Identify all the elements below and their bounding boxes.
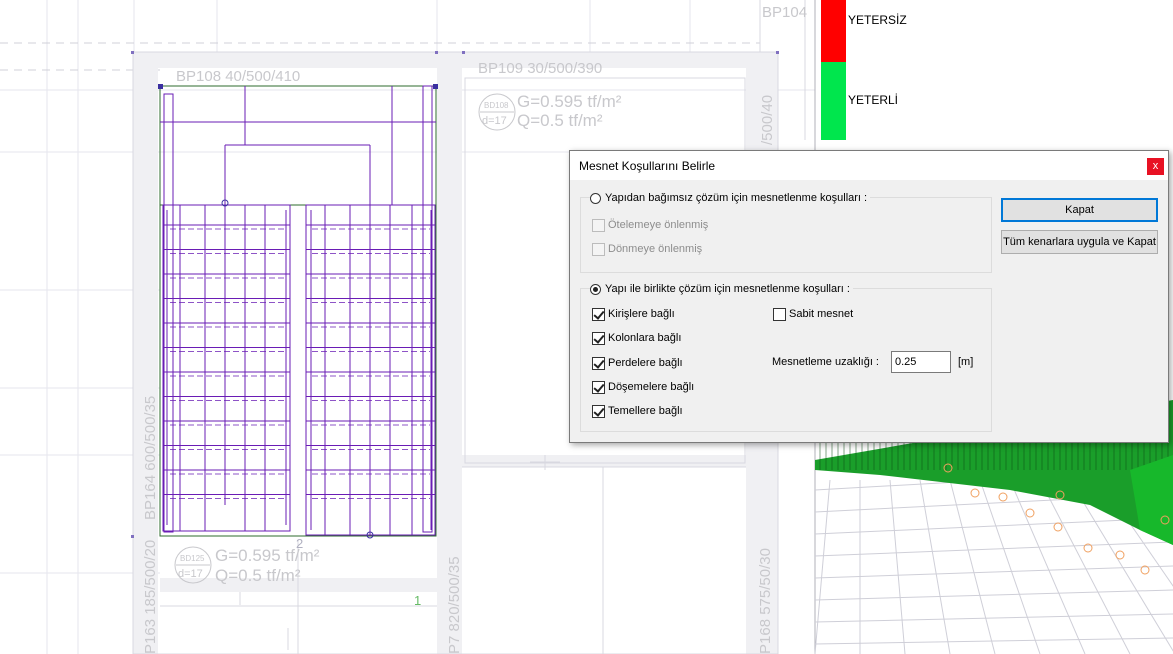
marker-number-2: 2 <box>296 536 303 551</box>
close-button[interactable]: Kapat <box>1001 198 1158 222</box>
rotation-label: Dönmeye önlenmiş <box>608 243 703 255</box>
translation-label: Ötelemeye önlenmiş <box>608 219 709 231</box>
slab-badge-lower: BD125 d=17 <box>174 546 212 584</box>
slabs-checkbox[interactable]: Döşemelere bağlı <box>592 379 694 395</box>
slab-load-g-lower: G=0.595 tf/m² <box>215 546 320 565</box>
slabs-label: Döşemelere bağlı <box>608 381 695 393</box>
slab-id-lower: BD125 <box>180 554 205 563</box>
foundations-label: Temellere bağlı <box>608 405 683 417</box>
radio-indicator-combined[interactable] <box>590 283 601 295</box>
beam-label-right: /500/40 <box>759 95 776 145</box>
checkbox-indicator-foundations[interactable] <box>592 404 605 418</box>
fixed-support-checkbox[interactable]: Sabit mesnet <box>773 306 853 322</box>
slab-load-q-lower: Q=0.5 tf/m² <box>215 566 301 585</box>
beam-label-p163: P163 185/500/20 <box>142 540 159 654</box>
checkbox-indicator-beams[interactable] <box>592 307 605 321</box>
beams-checkbox[interactable]: Kirişlere bağlı <box>592 306 675 322</box>
independent-label: Yapıdan bağımsız çözüm için mesnetlenme … <box>605 192 868 204</box>
checkbox-indicator-rotation[interactable] <box>592 242 605 256</box>
walls-label: Perdelere bağlı <box>608 357 683 369</box>
legend-swatch-sufficient <box>821 62 846 140</box>
translation-checkbox[interactable]: Ötelemeye önlenmiş <box>592 217 708 233</box>
stair-treads <box>163 224 435 499</box>
distance-input[interactable] <box>891 351 951 373</box>
independent-radio[interactable]: Yapıdan bağımsız çözüm için mesnetlenme … <box>590 190 871 206</box>
rotation-checkbox[interactable]: Dönmeye önlenmiş <box>592 241 702 257</box>
marker-number-1: 1 <box>414 593 421 608</box>
slab-badge-upper: BD108 d=17 <box>478 93 516 131</box>
slab-thickness-upper: d=17 <box>482 115 507 127</box>
beam-label-bp164: BP164 600/500/35 <box>142 396 159 520</box>
walls-checkbox[interactable]: Perdelere bağlı <box>592 355 683 371</box>
dialog-title: Mesnet Koşullarını Belirle <box>579 159 716 173</box>
checkbox-indicator-translation[interactable] <box>592 218 605 232</box>
beam-label-bp108: BP108 40/500/410 <box>176 68 300 85</box>
legend-label-sufficient: YETERLİ <box>848 93 899 107</box>
slab-id-upper: BD108 <box>484 101 509 110</box>
checkbox-indicator-fixed[interactable] <box>773 307 786 321</box>
beam-label-bp104: BP104 <box>762 4 807 21</box>
combined-radio[interactable]: Yapı ile birlikte çözüm için mesnetlenme… <box>590 281 853 297</box>
support-conditions-dialog: Mesnet Koşullarını Belirle x Yapıdan bağ… <box>569 150 1169 443</box>
beam-label-p7: P7 820/500/35 <box>446 556 463 654</box>
columns-label: Kolonlara bağlı <box>608 332 682 344</box>
checkbox-indicator-walls[interactable] <box>592 356 605 370</box>
beam-label-p168: P168 575/50/30 <box>757 548 774 654</box>
distance-unit-label: [m] <box>958 356 974 368</box>
combined-label: Yapı ile birlikte çözüm için mesnetlenme… <box>605 283 850 295</box>
legend-swatch-insufficient <box>821 0 846 62</box>
distance-label: Mesnetleme uzaklığı : <box>772 356 879 368</box>
columns-checkbox[interactable]: Kolonlara bağlı <box>592 330 681 346</box>
radio-indicator-independent[interactable] <box>590 192 601 204</box>
close-icon[interactable]: x <box>1147 158 1164 175</box>
independent-group <box>580 197 992 273</box>
staircase-drawing[interactable] <box>159 85 437 537</box>
foundations-checkbox[interactable]: Temellere bağlı <box>592 403 683 419</box>
slab-thickness-lower: d=17 <box>178 568 203 580</box>
slab-load-g-upper: G=0.595 tf/m² <box>517 92 622 111</box>
slab-load-q-upper: Q=0.5 tf/m² <box>517 111 603 130</box>
apply-all-close-button[interactable]: Tüm kenarlara uygula ve Kapat <box>1001 230 1158 254</box>
checkbox-indicator-columns[interactable] <box>592 331 605 345</box>
beams-label: Kirişlere bağlı <box>608 308 675 320</box>
checkbox-indicator-slabs[interactable] <box>592 380 605 394</box>
dialog-titlebar[interactable]: Mesnet Koşullarını Belirle x <box>570 151 1168 180</box>
legend-label-insufficient: YETERSİZ <box>848 13 907 27</box>
fixed-support-label: Sabit mesnet <box>789 308 854 320</box>
beam-label-bp109: BP109 30/500/390 <box>478 60 602 77</box>
